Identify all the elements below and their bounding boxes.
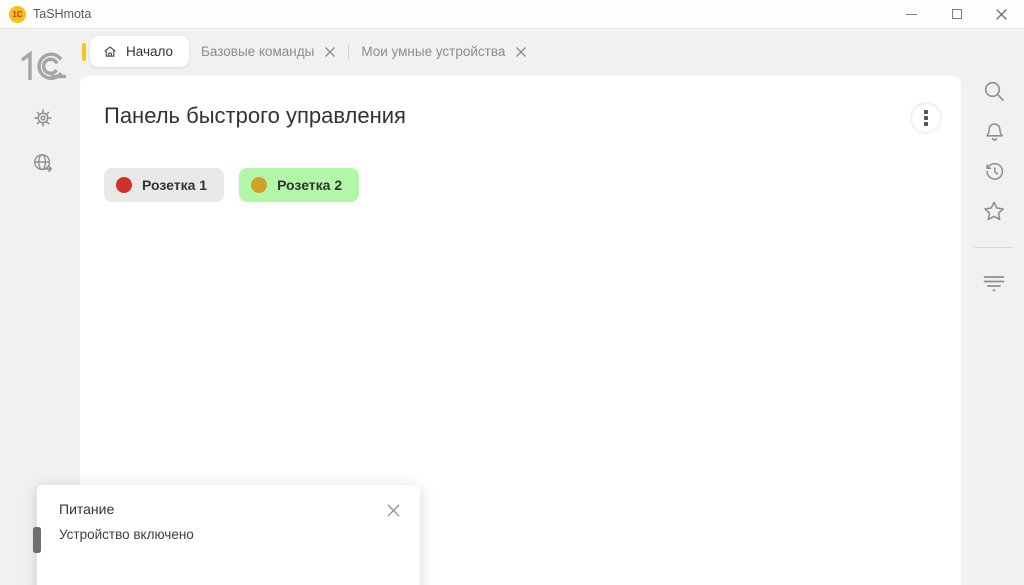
tab-home-label: Начало [126, 44, 174, 59]
status-dot-red [116, 177, 132, 193]
favorites-star-icon [984, 201, 1004, 221]
tab-smart-devices-label: Мои умные устройства [361, 44, 506, 59]
window-controls [889, 0, 1024, 28]
home-icon [104, 45, 116, 57]
web-service-icon [34, 154, 53, 173]
history-icon [985, 162, 1003, 180]
tab-close-icon[interactable] [515, 46, 527, 58]
tab-close-icon[interactable] [324, 46, 336, 58]
settings-icon [34, 109, 52, 127]
notifications-button[interactable] [982, 119, 1006, 143]
kebab-icon [924, 110, 928, 114]
search-button[interactable] [982, 79, 1006, 103]
device-buttons-row: Розетка 1 Розетка 2 [104, 168, 360, 202]
settings-button[interactable] [31, 106, 55, 130]
search-icon [984, 81, 1004, 101]
tab-home[interactable]: Начало [90, 36, 190, 67]
1c-logo [20, 50, 66, 80]
minimize-button[interactable] [889, 0, 934, 28]
functions-menu-icon [983, 276, 1005, 292]
tab-basic-commands-label: Базовые команды [201, 44, 315, 59]
status-dot-amber [251, 177, 268, 193]
history-button[interactable] [982, 159, 1006, 183]
active-tab-indicator [82, 42, 86, 61]
more-actions-button[interactable] [912, 104, 940, 132]
device-button-socket2[interactable]: Розетка 2 [239, 168, 360, 202]
toolbar-divider [974, 247, 1014, 248]
toast-title: Питание [59, 501, 115, 517]
notification-toast: Питание Устройство включено [37, 485, 420, 585]
app-logo-icon: 1С [9, 5, 26, 23]
page-title: Панель быстрого управления [104, 103, 406, 128]
window-title: TaSHmota [33, 7, 92, 21]
tab-basic-commands[interactable]: Базовые команды [189, 36, 348, 67]
close-icon [386, 503, 400, 517]
title-bar: 1С TaSHmota [0, 0, 1024, 29]
web-service-button[interactable] [31, 151, 55, 175]
maximize-button[interactable] [934, 0, 979, 28]
notifications-bell-icon [985, 122, 1003, 141]
device-label: Розетка 2 [277, 177, 343, 193]
maximize-icon [951, 9, 962, 19]
minimize-icon [906, 13, 917, 15]
toast-close-button[interactable] [384, 501, 402, 519]
functions-menu-button[interactable] [982, 269, 1006, 293]
close-button[interactable] [979, 0, 1024, 28]
tab-smart-devices[interactable]: Мои умные устройства [349, 36, 539, 67]
toast-message: Устройство включено [59, 527, 194, 542]
device-label: Розетка 1 [142, 177, 208, 193]
close-icon [996, 8, 1007, 20]
favorites-button[interactable] [982, 199, 1006, 223]
right-toolbar [961, 30, 1024, 585]
device-button-socket1[interactable]: Розетка 1 [104, 168, 225, 202]
toast-drag-handle[interactable] [33, 527, 41, 553]
tab-bar: Начало Базовые команды Мои умные устройс… [82, 36, 539, 67]
